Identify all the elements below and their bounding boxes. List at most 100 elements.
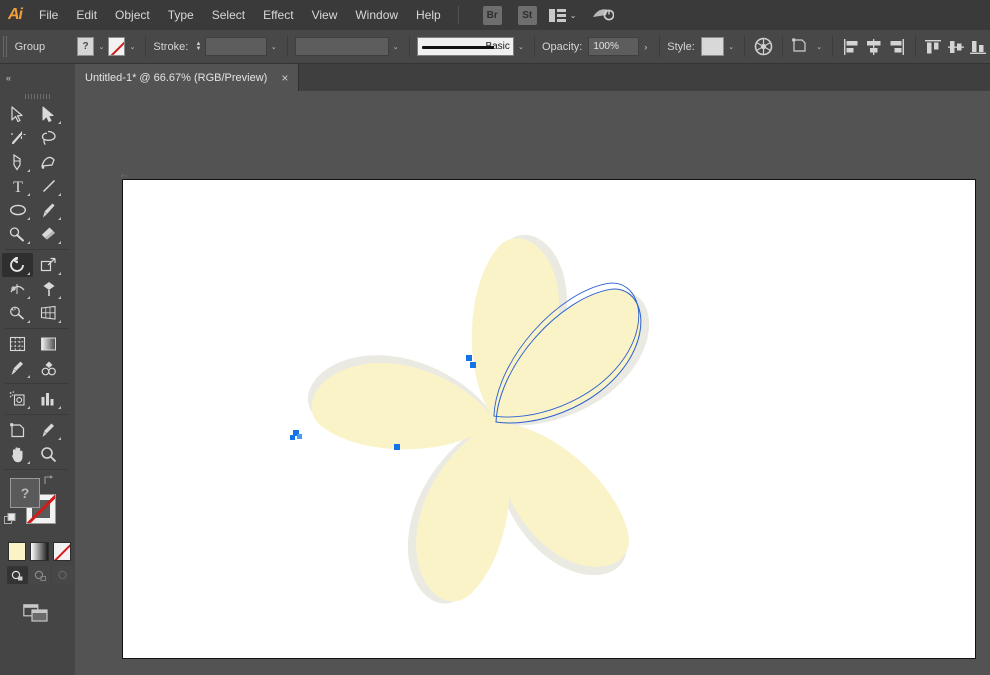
anchor-point-bottom[interactable] [394, 444, 400, 450]
eraser-tool[interactable] [33, 222, 64, 246]
anchor-point-tip-2[interactable] [470, 362, 476, 368]
line-segment-tool[interactable] [33, 174, 64, 198]
eyedropper-tool[interactable] [2, 356, 33, 380]
draw-inside-mode-button[interactable] [52, 566, 74, 584]
width-tool[interactable] [2, 277, 33, 301]
shape-builder-tool[interactable] [2, 301, 33, 325]
align-horizontal-center-button[interactable] [864, 36, 884, 58]
default-fill-stroke-icon[interactable] [4, 513, 16, 525]
align-left-button[interactable] [841, 36, 861, 58]
stroke-swatch-button[interactable] [107, 37, 126, 56]
recolor-artwork-button[interactable] [753, 36, 773, 58]
column-graph-tool[interactable] [33, 387, 64, 411]
perspective-grid-tool[interactable] [33, 301, 64, 325]
draw-normal-mode-button[interactable] [7, 566, 28, 584]
lasso-tool[interactable] [33, 126, 64, 150]
transform-button[interactable] [791, 36, 811, 58]
align-bottom-button[interactable] [969, 36, 989, 58]
opacity-options-arrow-icon[interactable]: › [639, 37, 652, 56]
stroke-weight-stepper[interactable]: ▲ ▼ [194, 37, 202, 56]
canvas-area[interactable] [75, 91, 990, 675]
color-mode-gradient-button[interactable] [30, 542, 49, 561]
document-tab[interactable]: Untitled-1* @ 66.67% (RGB/Preview) × [75, 64, 300, 91]
pen-tool[interactable] [2, 150, 33, 174]
anchor-point-tip-1[interactable] [466, 355, 472, 361]
change-screen-mode-icon[interactable] [23, 604, 52, 624]
rotate-tool[interactable] [2, 253, 33, 277]
shaper-tool[interactable] [2, 222, 33, 246]
stroke-profile-preview[interactable]: Basic [416, 37, 514, 56]
drawing-mode-buttons [7, 566, 75, 584]
tools-panel-collapse-button[interactable]: « [0, 64, 75, 91]
paintbrush-tool-icon [43, 203, 55, 217]
control-divider-1 [145, 36, 147, 57]
symbol-sprayer-tool[interactable] [2, 387, 33, 411]
type-tool[interactable]: T [2, 174, 33, 198]
shaper-tool-icon [9, 227, 24, 242]
variable-width-profile-input[interactable] [294, 37, 389, 56]
gradient-tool[interactable] [33, 332, 64, 356]
menu-select[interactable]: Select [203, 0, 254, 30]
menu-help[interactable]: Help [407, 0, 450, 30]
ellipse-tool[interactable] [2, 198, 33, 222]
free-transform-tool-icon [43, 282, 54, 296]
stroke-weight-input[interactable] [204, 37, 267, 56]
menu-view[interactable]: View [303, 0, 347, 30]
scale-tool[interactable] [33, 253, 64, 277]
fill-swatch-button[interactable]: ? [76, 37, 95, 56]
workspace-switcher-icon [548, 8, 566, 22]
align-right-button[interactable] [886, 36, 906, 58]
artboard[interactable] [122, 179, 976, 659]
mesh-tool[interactable] [2, 332, 33, 356]
menu-type[interactable]: Type [159, 0, 203, 30]
align-top-button[interactable] [924, 36, 944, 58]
free-transform-tool[interactable] [33, 277, 64, 301]
draw-behind-mode-button[interactable] [29, 566, 51, 584]
menu-edit[interactable]: Edit [67, 0, 106, 30]
stock-button[interactable]: St [517, 5, 537, 25]
transform-chevron-down-icon[interactable]: ⌄ [813, 37, 825, 56]
menu-window[interactable]: Window [346, 0, 407, 30]
menubar-right-cluster: Br St ⌄ [475, 5, 615, 25]
zoom-tool[interactable] [33, 442, 64, 466]
slice-tool[interactable] [33, 418, 64, 442]
stroke-weight-chevron-down-icon[interactable]: ⌄ [268, 37, 280, 56]
color-mode-buttons [8, 542, 75, 561]
hand-tool[interactable] [2, 442, 33, 466]
graphic-style-swatch[interactable] [700, 37, 725, 56]
curvature-tool[interactable] [33, 150, 64, 174]
menu-object[interactable]: Object [106, 0, 159, 30]
bridge-button[interactable]: Br [482, 5, 502, 25]
five-petal-flower-artwork[interactable] [123, 180, 975, 658]
search-adobe-icon[interactable] [592, 6, 615, 24]
close-icon[interactable]: × [281, 72, 288, 84]
control-bar: Group ? ⌄ ⌄ Stroke: ▲ ▼ ⌄ ⌄ Basic ⌄ Opaci… [0, 30, 990, 64]
anchor-point-center-2[interactable] [297, 434, 302, 439]
align-vertical-center-button[interactable] [946, 36, 966, 58]
artboard-tool[interactable] [2, 418, 33, 442]
fill-chevron-down-icon[interactable]: ⌄ [95, 37, 107, 56]
lasso-tool-icon [41, 130, 56, 145]
swap-fill-stroke-icon[interactable] [43, 475, 54, 486]
workspace-switcher[interactable]: ⌄ [548, 8, 576, 22]
fill-swatch[interactable]: ? [10, 478, 40, 508]
color-mode-none-button[interactable] [52, 542, 71, 561]
opacity-input[interactable]: 100% [588, 37, 640, 56]
magic-wand-tool[interactable] [2, 126, 33, 150]
menu-file[interactable]: File [30, 0, 67, 30]
magic-wand-tool-icon [10, 131, 25, 145]
blend-tool[interactable] [33, 356, 64, 380]
selection-tool[interactable] [2, 102, 33, 126]
control-bar-grip[interactable] [3, 36, 9, 57]
menu-effect[interactable]: Effect [254, 0, 302, 30]
paintbrush-tool[interactable] [33, 198, 64, 222]
stroke-profile-chevron-down-icon[interactable]: ⌄ [515, 37, 527, 56]
anchor-point-center-3[interactable] [290, 435, 295, 440]
stroke-chevron-down-icon[interactable]: ⌄ [126, 37, 138, 56]
variable-width-chevron-down-icon[interactable]: ⌄ [390, 37, 402, 56]
direct-selection-tool[interactable] [33, 102, 64, 126]
style-chevron-down-icon[interactable]: ⌄ [725, 37, 737, 56]
tools-panel-grip[interactable] [0, 91, 75, 102]
color-mode-color-button[interactable] [8, 542, 27, 561]
scale-tool-icon [40, 257, 56, 272]
